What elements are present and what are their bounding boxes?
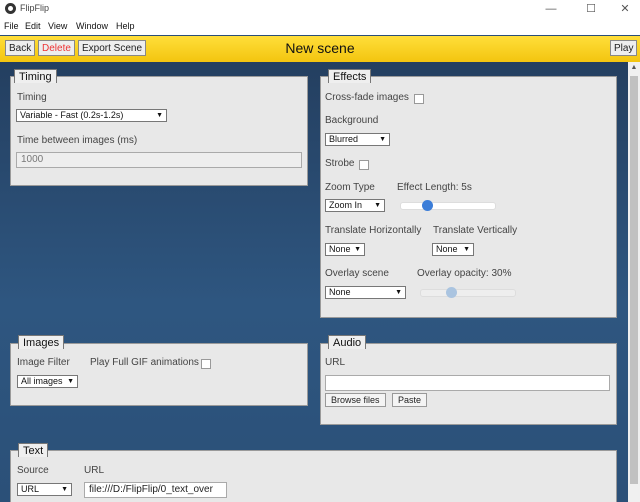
timing-tab: Timing [14, 69, 57, 83]
menu-edit[interactable]: Edit [25, 21, 41, 31]
zoom-type-select-value: Zoom In [329, 200, 363, 210]
background-select-value: Blurred [329, 134, 359, 144]
effects-tab: Effects [328, 69, 372, 83]
effect-length-label: Effect Length: 5s [397, 182, 472, 193]
toolbar: New scene Back Delete Export Scene Play [0, 36, 640, 62]
menu-window[interactable]: Window [76, 21, 108, 31]
menu-help[interactable]: Help [116, 21, 135, 31]
dropdown-arrow-icon: ▼ [463, 246, 470, 253]
audio-url-label: URL [325, 357, 346, 368]
app-icon [5, 3, 16, 14]
strobe-label: Strobe [325, 158, 355, 169]
scroll-up-icon[interactable]: ▲ [628, 62, 640, 74]
menu-file[interactable]: File [4, 21, 19, 31]
text-source-select[interactable]: URL ▼ [17, 483, 72, 496]
gif-label: Play Full GIF animations [90, 357, 199, 368]
export-scene-button[interactable]: Export Scene [78, 40, 147, 56]
gif-checkbox[interactable] [201, 359, 211, 369]
translate-v-label: Translate Vertically [433, 225, 518, 236]
text-url-label: URL [84, 465, 105, 476]
timing-select-value: Variable - Fast (0.2s-1.2s) [20, 110, 124, 120]
translate-h-label: Translate Horizontally [325, 225, 422, 236]
overlay-scene-select-value: None [329, 287, 351, 297]
effect-length-slider-knob[interactable] [421, 200, 433, 211]
audio-url-input[interactable] [325, 375, 610, 391]
images-tab: Images [18, 335, 65, 349]
text-tab: Text [18, 443, 49, 457]
dropdown-arrow-icon: ▼ [67, 378, 74, 385]
translate-v-select-value: None [436, 244, 458, 254]
crossfade-label: Cross-fade images [325, 92, 409, 103]
background-label: Background [325, 115, 379, 126]
crossfade-checkbox[interactable] [414, 94, 424, 104]
paste-button[interactable]: Paste [392, 393, 428, 407]
text-source-label: Source [17, 465, 49, 476]
close-button[interactable]: ✕ [610, 0, 640, 18]
menu-bar: File Edit View Window Help [0, 18, 640, 35]
translate-h-select-value: None [329, 244, 351, 254]
browse-files-button[interactable]: Browse files [325, 393, 386, 407]
menu-view[interactable]: View [48, 21, 67, 31]
maximize-button[interactable]: ☐ [576, 0, 606, 18]
dropdown-arrow-icon: ▼ [354, 246, 361, 253]
minimize-button[interactable]: — [536, 0, 566, 18]
timing-panel [10, 76, 308, 186]
dropdown-arrow-icon: ▼ [374, 202, 381, 209]
overlay-scene-label: Overlay scene [325, 268, 389, 279]
effects-panel [320, 76, 617, 318]
timing-label: Timing [17, 92, 47, 103]
delete-button[interactable]: Delete [38, 40, 75, 56]
translate-v-select[interactable]: None ▼ [432, 243, 474, 256]
overlay-opacity-label: Overlay opacity: 30% [417, 268, 512, 279]
dropdown-arrow-icon: ▼ [61, 486, 68, 493]
scrollbar-thumb[interactable] [630, 76, 638, 484]
image-filter-select[interactable]: All images ▼ [17, 375, 78, 388]
dropdown-arrow-icon: ▼ [395, 289, 402, 296]
vertical-scrollbar[interactable]: ▲ [628, 62, 640, 502]
title-bar: FlipFlip — ☐ ✕ [0, 0, 640, 18]
time-between-input[interactable]: 1000 [16, 152, 302, 168]
back-button[interactable]: Back [5, 40, 36, 56]
audio-tab: Audio [328, 335, 367, 349]
play-button[interactable]: Play [610, 40, 638, 56]
effect-length-slider[interactable] [400, 200, 496, 211]
dropdown-arrow-icon: ▼ [156, 112, 163, 119]
window-title: FlipFlip [20, 3, 50, 13]
text-source-select-value: URL [21, 484, 40, 494]
time-between-label: Time between images (ms) [17, 135, 138, 146]
background-select[interactable]: Blurred ▼ [325, 133, 390, 146]
overlay-opacity-slider[interactable] [420, 287, 516, 298]
overlay-scene-select[interactable]: None ▼ [325, 286, 406, 299]
zoom-type-label: Zoom Type [325, 182, 375, 193]
overlay-opacity-slider-knob[interactable] [445, 287, 457, 298]
timing-select[interactable]: Variable - Fast (0.2s-1.2s) ▼ [16, 109, 167, 122]
image-filter-label: Image Filter [17, 357, 70, 368]
translate-h-select[interactable]: None ▼ [325, 243, 365, 256]
image-filter-select-value: All images [21, 376, 63, 386]
strobe-checkbox[interactable] [359, 160, 369, 170]
text-url-input[interactable]: file:///D:/FlipFlip/0_text_over [84, 482, 227, 498]
dropdown-arrow-icon: ▼ [379, 136, 386, 143]
zoom-type-select[interactable]: Zoom In ▼ [325, 199, 385, 212]
